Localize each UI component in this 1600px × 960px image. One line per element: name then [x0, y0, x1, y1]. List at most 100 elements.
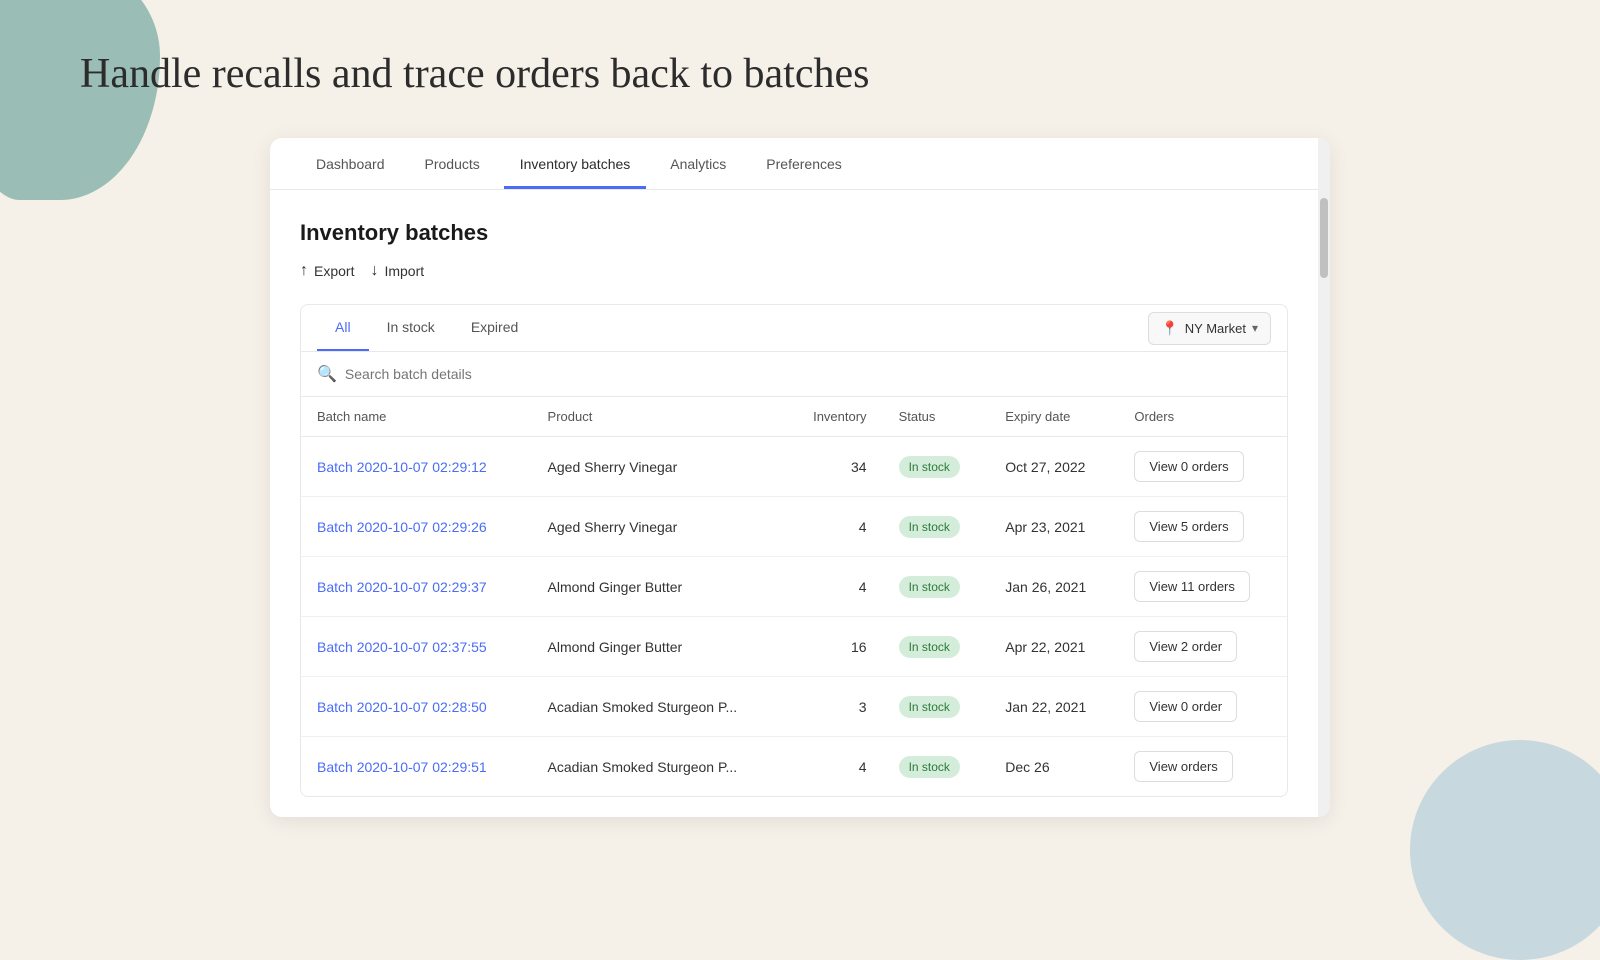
- col-header-orders: Orders: [1118, 397, 1287, 437]
- location-filter[interactable]: 📍 NY Market ▾: [1148, 312, 1271, 345]
- batch-table: Batch name Product Inventory Status Expi…: [301, 397, 1287, 796]
- cell-status: In stock: [883, 617, 990, 677]
- table-row: Batch 2020-10-07 02:29:37 Almond Ginger …: [301, 557, 1287, 617]
- cell-inventory: 4: [785, 737, 883, 797]
- cell-status: In stock: [883, 677, 990, 737]
- cell-inventory: 4: [785, 557, 883, 617]
- cell-status: In stock: [883, 737, 990, 797]
- cell-batch-name: Batch 2020-10-07 02:29:26: [301, 497, 532, 557]
- filter-tab-instock[interactable]: In stock: [369, 305, 453, 351]
- import-icon: ↓: [370, 262, 378, 280]
- import-label: Import: [384, 263, 424, 279]
- cell-inventory: 3: [785, 677, 883, 737]
- cell-batch-name: Batch 2020-10-07 02:29:37: [301, 557, 532, 617]
- cell-product: Aged Sherry Vinegar: [532, 497, 785, 557]
- view-orders-button[interactable]: View 0 orders: [1134, 451, 1243, 482]
- view-orders-button[interactable]: View orders: [1134, 751, 1232, 782]
- cell-inventory: 4: [785, 497, 883, 557]
- status-badge: In stock: [899, 636, 960, 658]
- cell-status: In stock: [883, 437, 990, 497]
- filter-tabs-left: All In stock Expired: [317, 305, 536, 351]
- view-orders-button[interactable]: View 11 orders: [1134, 571, 1250, 602]
- search-input[interactable]: [345, 366, 1271, 382]
- batch-link[interactable]: Batch 2020-10-07 02:29:37: [317, 579, 487, 595]
- search-icon: 🔍: [317, 364, 337, 384]
- cell-batch-name: Batch 2020-10-07 02:29:12: [301, 437, 532, 497]
- page-heading: Handle recalls and trace orders back to …: [80, 50, 1520, 98]
- cell-status: In stock: [883, 557, 990, 617]
- col-header-expiry: Expiry date: [989, 397, 1118, 437]
- batch-link[interactable]: Batch 2020-10-07 02:29:51: [317, 759, 487, 775]
- scrollbar[interactable]: [1318, 138, 1330, 817]
- cell-batch-name: Batch 2020-10-07 02:37:55: [301, 617, 532, 677]
- cell-batch-name: Batch 2020-10-07 02:29:51: [301, 737, 532, 797]
- nav-tab-dashboard[interactable]: Dashboard: [300, 138, 401, 189]
- view-orders-button[interactable]: View 2 order: [1134, 631, 1237, 662]
- content-area: Inventory batches ↑ Export ↓ Import All …: [270, 190, 1330, 817]
- export-icon: ↑: [300, 262, 308, 280]
- cell-status: In stock: [883, 497, 990, 557]
- table-row: Batch 2020-10-07 02:37:55 Almond Ginger …: [301, 617, 1287, 677]
- batch-link[interactable]: Batch 2020-10-07 02:28:50: [317, 699, 487, 715]
- cell-product: Acadian Smoked Sturgeon P...: [532, 677, 785, 737]
- filter-tab-all[interactable]: All: [317, 305, 369, 351]
- col-header-inventory: Inventory: [785, 397, 883, 437]
- nav-tab-analytics[interactable]: Analytics: [654, 138, 742, 189]
- batch-link[interactable]: Batch 2020-10-07 02:29:12: [317, 459, 487, 475]
- filter-section: All In stock Expired 📍 NY Market ▾ 🔍: [300, 304, 1288, 797]
- chevron-down-icon: ▾: [1252, 321, 1258, 335]
- table-row: Batch 2020-10-07 02:29:26 Aged Sherry Vi…: [301, 497, 1287, 557]
- export-label: Export: [314, 263, 354, 279]
- import-button[interactable]: ↓ Import: [370, 262, 424, 280]
- action-buttons: ↑ Export ↓ Import: [300, 262, 1288, 280]
- table-row: Batch 2020-10-07 02:29:51 Acadian Smoked…: [301, 737, 1287, 797]
- cell-orders: View 2 order: [1118, 617, 1287, 677]
- location-label: NY Market: [1185, 321, 1246, 336]
- cell-orders: View 0 orders: [1118, 437, 1287, 497]
- view-orders-button[interactable]: View 0 order: [1134, 691, 1237, 722]
- cell-expiry: Jan 22, 2021: [989, 677, 1118, 737]
- cell-orders: View 5 orders: [1118, 497, 1287, 557]
- col-header-batch-name: Batch name: [301, 397, 532, 437]
- cell-batch-name: Batch 2020-10-07 02:28:50: [301, 677, 532, 737]
- status-badge: In stock: [899, 696, 960, 718]
- cell-expiry: Dec 26: [989, 737, 1118, 797]
- search-container: 🔍: [301, 352, 1287, 397]
- location-icon: 📍: [1161, 320, 1178, 337]
- status-badge: In stock: [899, 456, 960, 478]
- filter-tabs-row: All In stock Expired 📍 NY Market ▾: [301, 305, 1287, 352]
- cell-product: Almond Ginger Butter: [532, 557, 785, 617]
- cell-product: Aged Sherry Vinegar: [532, 437, 785, 497]
- status-badge: In stock: [899, 576, 960, 598]
- cell-expiry: Jan 26, 2021: [989, 557, 1118, 617]
- search-input-wrapper: 🔍: [317, 364, 1271, 384]
- cell-expiry: Oct 27, 2022: [989, 437, 1118, 497]
- scrollbar-thumb[interactable]: [1320, 198, 1328, 278]
- main-card: DashboardProductsInventory batchesAnalyt…: [270, 138, 1330, 817]
- batch-link[interactable]: Batch 2020-10-07 02:29:26: [317, 519, 487, 535]
- col-header-product: Product: [532, 397, 785, 437]
- cell-product: Almond Ginger Butter: [532, 617, 785, 677]
- cell-orders: View 11 orders: [1118, 557, 1287, 617]
- export-button[interactable]: ↑ Export: [300, 262, 354, 280]
- status-badge: In stock: [899, 756, 960, 778]
- table-header-row: Batch name Product Inventory Status Expi…: [301, 397, 1287, 437]
- cell-inventory: 34: [785, 437, 883, 497]
- nav-tab-preferences[interactable]: Preferences: [750, 138, 857, 189]
- table-row: Batch 2020-10-07 02:29:12 Aged Sherry Vi…: [301, 437, 1287, 497]
- filter-tab-expired[interactable]: Expired: [453, 305, 536, 351]
- status-badge: In stock: [899, 516, 960, 538]
- nav-tabs: DashboardProductsInventory batchesAnalyt…: [270, 138, 1330, 190]
- view-orders-button[interactable]: View 5 orders: [1134, 511, 1243, 542]
- cell-expiry: Apr 22, 2021: [989, 617, 1118, 677]
- nav-tab-inventory-batches[interactable]: Inventory batches: [504, 138, 647, 189]
- cell-expiry: Apr 23, 2021: [989, 497, 1118, 557]
- batch-link[interactable]: Batch 2020-10-07 02:37:55: [317, 639, 487, 655]
- nav-tab-products[interactable]: Products: [409, 138, 496, 189]
- cell-orders: View orders: [1118, 737, 1287, 797]
- col-header-status: Status: [883, 397, 990, 437]
- cell-inventory: 16: [785, 617, 883, 677]
- section-title: Inventory batches: [300, 220, 1288, 246]
- table-row: Batch 2020-10-07 02:28:50 Acadian Smoked…: [301, 677, 1287, 737]
- cell-orders: View 0 order: [1118, 677, 1287, 737]
